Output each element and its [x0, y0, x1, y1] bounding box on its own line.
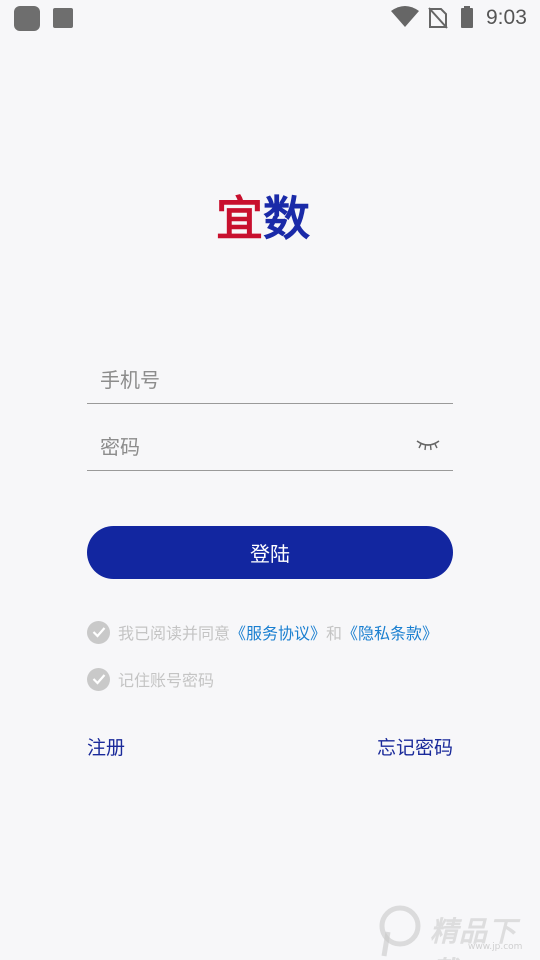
agreement-row: 我已阅读并同意 《服务协议》 和 《隐私条款》 [87, 619, 438, 645]
phone-field [87, 356, 453, 404]
watermark: 精品下载 www.jp.com [372, 902, 540, 960]
status-time: 9:03 [486, 6, 527, 29]
privacy-policy-link[interactable]: 《隐私条款》 [342, 620, 438, 644]
checkmark-icon [92, 674, 105, 685]
login-button[interactable]: 登陆 [87, 526, 453, 579]
checkmark-icon [92, 627, 105, 638]
watermark-url: www.jp.com [468, 942, 523, 952]
app-logo: 宜 数 [216, 194, 310, 246]
battery-icon [461, 6, 473, 28]
notification-square-icon [53, 8, 73, 28]
watermark-text: 精品下载 [430, 915, 518, 960]
agreement-prefix: 我已阅读并同意 [118, 624, 231, 643]
remember-row: 记住账号密码 [87, 666, 214, 692]
service-agreement-link[interactable]: 《服务协议》 [230, 620, 326, 644]
no-sim-icon [428, 7, 448, 29]
logo-char-yi: 宜 [216, 192, 263, 247]
forgot-password-link[interactable]: 忘记密码 [377, 733, 453, 760]
wifi-icon [391, 6, 419, 27]
agreement-and: 和 [326, 624, 343, 643]
password-input[interactable] [100, 429, 420, 465]
logo-char-shu: 数 [263, 192, 310, 247]
phone-input[interactable] [100, 362, 420, 398]
register-link[interactable]: 注册 [87, 733, 125, 760]
password-field [87, 423, 453, 471]
agreement-checkbox[interactable] [87, 620, 110, 644]
remember-checkbox[interactable] [87, 667, 110, 691]
remember-label: 记住账号密码 [118, 671, 215, 690]
notification-app-icon [14, 6, 40, 31]
status-bar: 9:03 [0, 0, 540, 36]
eye-closed-icon[interactable] [415, 437, 441, 453]
watermark-logo-icon [379, 905, 421, 957]
